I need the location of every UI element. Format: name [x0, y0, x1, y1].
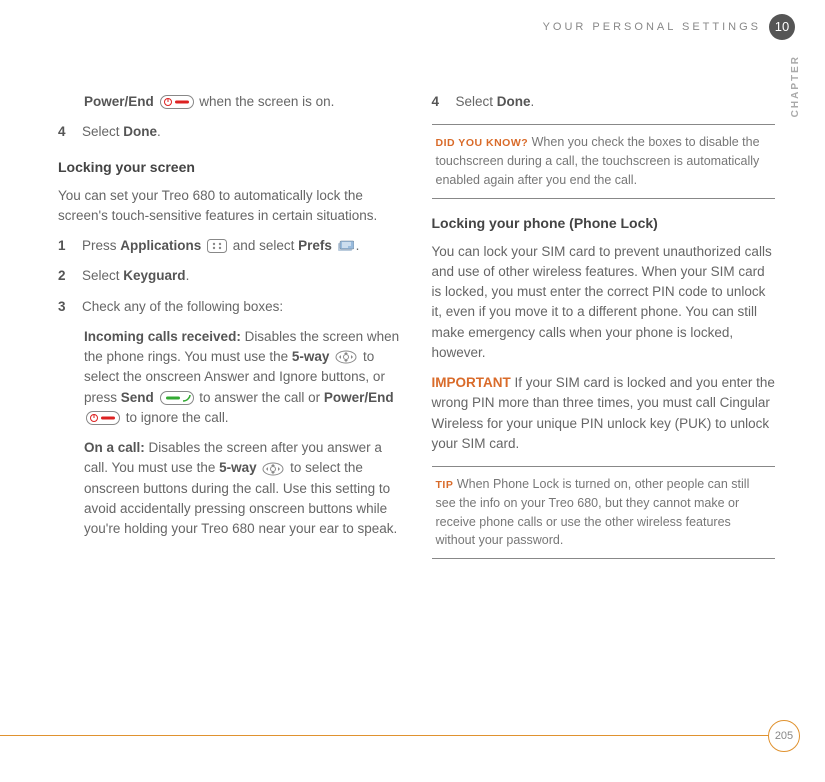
right-column: 4 Select Done. DID YOU KNOW? When you ch… [432, 92, 776, 571]
step-number: 3 [58, 297, 70, 317]
tip-label: TIP [436, 479, 454, 491]
chapter-number-badge: 10 [769, 14, 795, 40]
five-way-icon [335, 350, 357, 364]
left-step3: 3 Check any of the following boxes: [58, 297, 402, 317]
step-body: Select Done. [456, 92, 776, 112]
did-you-know-label: DID YOU KNOW? [436, 137, 529, 149]
content-area: Power/End when the screen is on. 4 Selec… [58, 92, 775, 571]
applications-icon [207, 239, 227, 253]
step-body: Press Applications and select Prefs . [82, 236, 402, 256]
step-number: 1 [58, 236, 70, 256]
step-number: 2 [58, 266, 70, 286]
footer-divider [0, 735, 777, 736]
heading-phone-lock: Locking your phone (Phone Lock) [432, 213, 776, 234]
step-body: Select Keyguard. [82, 266, 402, 286]
power-end-icon [86, 411, 120, 425]
tip-text: When Phone Lock is turned on, other peop… [436, 477, 750, 547]
page-number-badge: 205 [768, 720, 800, 752]
important-label: IMPORTANT [432, 375, 511, 390]
five-way-icon [262, 462, 284, 476]
left-step4: 4 Select Done. [58, 122, 402, 142]
on-a-call-block: On a call: Disables the screen after you… [84, 438, 402, 539]
power-end-fragment: Power/End when the screen is on. [84, 92, 402, 112]
step-body: Check any of the following boxes: [82, 297, 402, 317]
right-step4: 4 Select Done. [432, 92, 776, 112]
incoming-calls-block: Incoming calls received: Disables the sc… [84, 327, 402, 428]
step-number: 4 [432, 92, 444, 112]
power-end-label: Power/End [84, 94, 154, 109]
left-step2: 2 Select Keyguard. [58, 266, 402, 286]
heading-locking-screen: Locking your screen [58, 157, 402, 178]
send-icon [160, 391, 194, 405]
para-phone-lock: You can lock your SIM card to prevent un… [432, 242, 776, 364]
important-block: IMPORTANT If your SIM card is locked and… [432, 373, 776, 454]
prefs-icon [338, 240, 354, 252]
step-number: 4 [58, 122, 70, 142]
intro-locking-screen: You can set your Treo 680 to automatical… [58, 186, 402, 227]
tip-box: TIP When Phone Lock is turned on, other … [432, 466, 776, 559]
left-step1: 1 Press Applications and select Prefs . [58, 236, 402, 256]
power-end-icon [160, 95, 194, 109]
power-end-suffix: when the screen is on. [199, 94, 334, 109]
did-you-know-box: DID YOU KNOW? When you check the boxes t… [432, 124, 776, 198]
step-body: Select Done. [82, 122, 402, 142]
section-title: YOUR PERSONAL SETTINGS [543, 19, 761, 36]
chapter-side-label: CHAPTER [788, 55, 803, 117]
page-header: YOUR PERSONAL SETTINGS 10 [543, 14, 795, 40]
left-column: Power/End when the screen is on. 4 Selec… [58, 92, 402, 571]
